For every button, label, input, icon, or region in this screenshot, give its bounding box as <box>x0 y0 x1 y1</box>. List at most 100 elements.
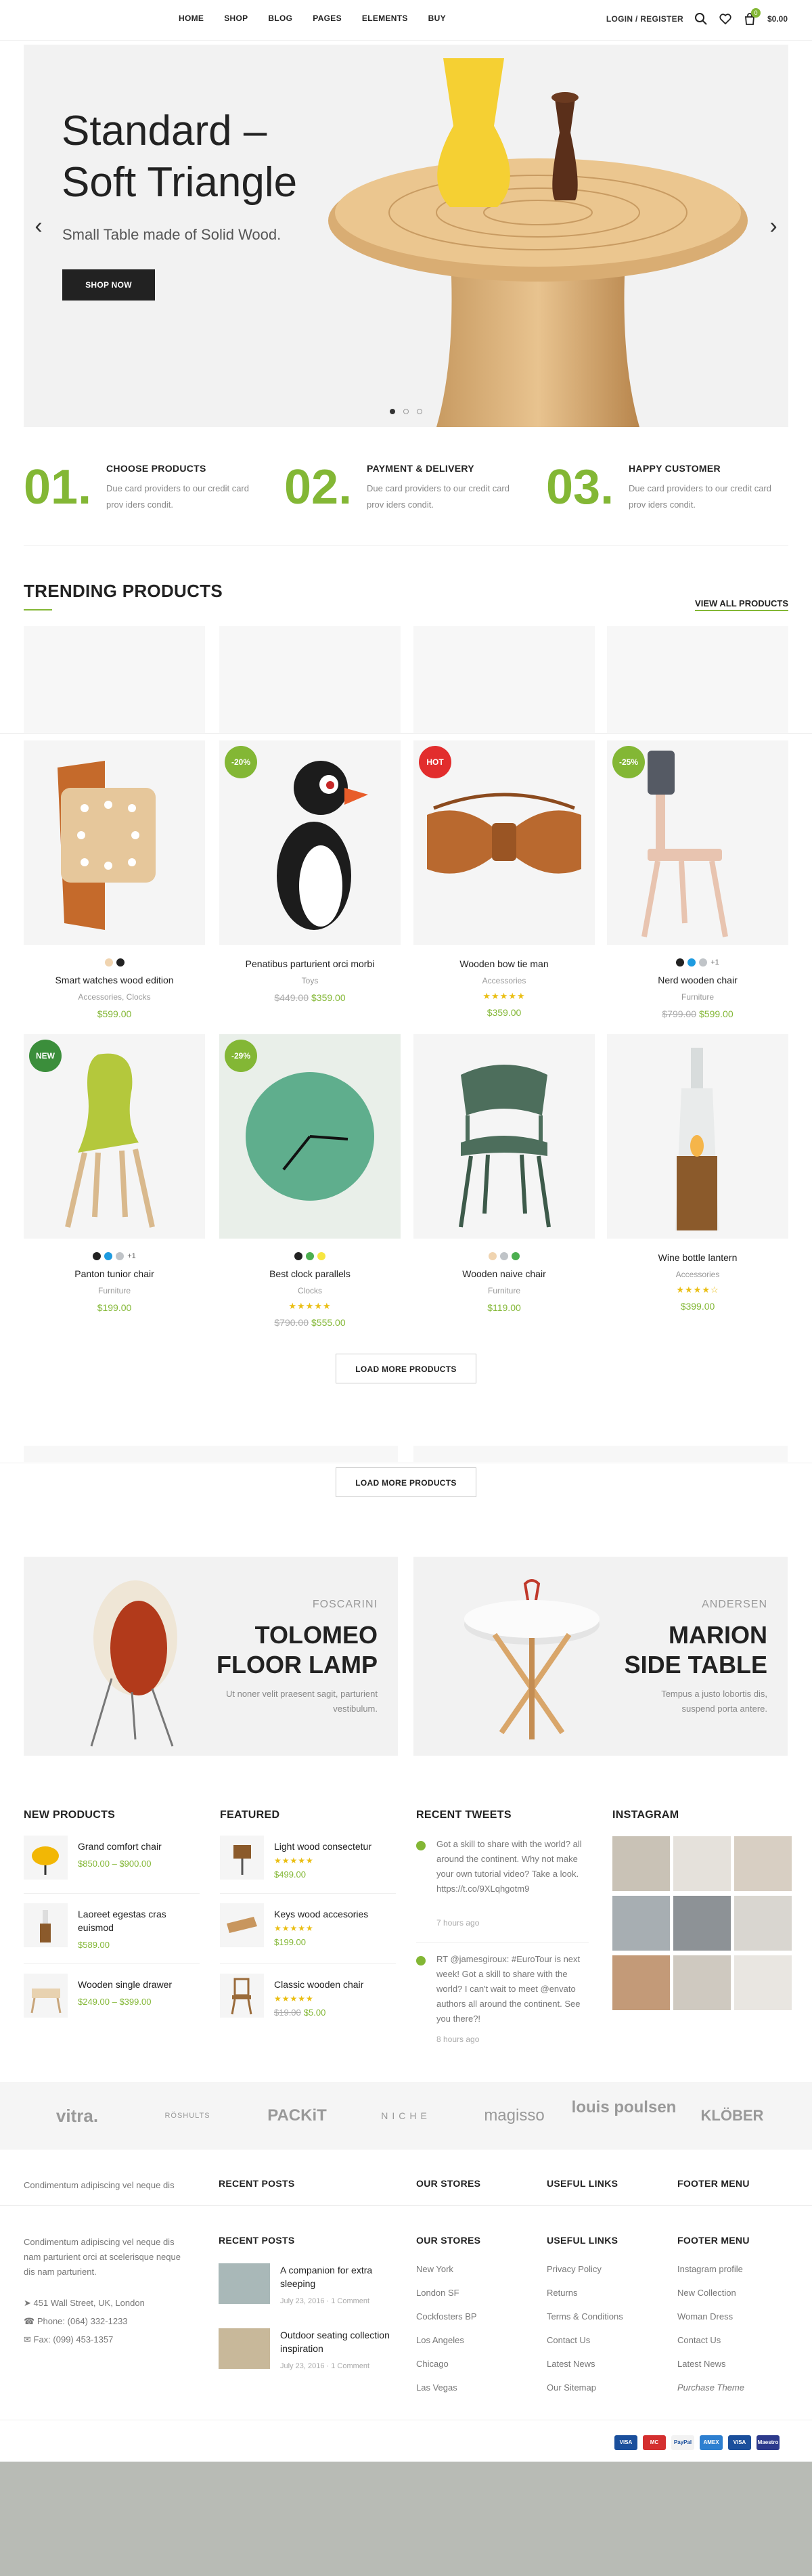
widget-product[interactable]: Classic wooden chair ★★★★★ $19.00 $5.00 <box>220 1974 396 2035</box>
footer-menu-link[interactable]: Contact Us <box>677 2335 721 2345</box>
nav-home[interactable]: HOME <box>179 14 204 23</box>
product-card[interactable]: NEW +1 Panton tunior chair Furniture $19… <box>24 1034 205 1325</box>
brand-logo[interactable]: NICHE <box>349 2102 463 2129</box>
color-swatch[interactable] <box>93 1252 102 1260</box>
promo-banner-table[interactable]: ANDERSEN MARION SIDE TABLE Tempus a just… <box>413 1557 788 1756</box>
product-image[interactable] <box>607 1034 788 1239</box>
color-swatch[interactable] <box>687 958 696 967</box>
color-swatch[interactable] <box>512 1252 520 1260</box>
product-image[interactable]: HOT <box>413 740 595 945</box>
nav-shop[interactable]: SHOP <box>224 14 248 23</box>
widget-product[interactable]: Grand comfort chair $850.00 – $900.00 <box>24 1836 200 1896</box>
useful-link[interactable]: Latest News <box>547 2359 595 2369</box>
brand-logo[interactable]: vitra. <box>20 2102 134 2129</box>
widget-product-name[interactable]: Keys wood accesories <box>274 1907 396 1921</box>
nav-elements[interactable]: ELEMENTS <box>362 14 408 23</box>
instagram-photo[interactable] <box>612 1896 670 1951</box>
store-link[interactable]: Cockfosters BP <box>416 2311 477 2322</box>
recent-post[interactable]: A companion for extra sleeping July 23, … <box>219 2263 394 2317</box>
more-swatches[interactable]: +1 <box>127 1252 136 1260</box>
brand-logo[interactable]: louis poulsen <box>567 2100 681 2127</box>
recent-post-title[interactable]: Outdoor seating collection inspiration <box>280 2328 395 2355</box>
product-image[interactable] <box>24 740 205 945</box>
shop-now-button[interactable]: SHOP NOW <box>62 269 155 301</box>
brand-logo[interactable]: magisso <box>457 2102 571 2129</box>
product-category[interactable]: Accessories, Clocks <box>24 992 205 1002</box>
product-card[interactable]: -20% Penatibus parturient orci morbi Toy… <box>219 740 401 1025</box>
color-swatch[interactable] <box>116 1252 125 1260</box>
footer-menu-link[interactable]: Woman Dress <box>677 2311 733 2322</box>
search-icon[interactable] <box>694 12 708 26</box>
store-link[interactable]: Los Angeles <box>416 2335 464 2345</box>
product-card[interactable]: -25% +1 Nerd wooden chair Furniture $799… <box>607 740 788 1025</box>
recent-post[interactable]: Outdoor seating collection inspiration J… <box>219 2328 394 2382</box>
product-name[interactable]: Penatibus parturient orci morbi <box>219 958 401 969</box>
login-register-link[interactable]: LOGIN / REGISTER <box>606 14 683 24</box>
product-card[interactable]: Smart watches wood edition Accessories, … <box>24 740 205 1025</box>
color-swatch[interactable] <box>489 1252 497 1260</box>
slider-next-arrow-icon[interactable]: › <box>765 213 782 240</box>
slider-prev-arrow-icon[interactable]: ‹ <box>30 213 47 240</box>
widget-product[interactable]: Laoreet egestas cras euismod $589.00 <box>24 1903 200 1964</box>
instagram-photo[interactable] <box>734 1955 792 2010</box>
load-more-products-button[interactable]: LOAD MORE PRODUCTS <box>336 1354 476 1383</box>
useful-link[interactable]: Terms & Conditions <box>547 2311 623 2322</box>
product-category[interactable]: Furniture <box>413 1286 595 1295</box>
product-name[interactable]: Best clock parallels <box>219 1268 401 1279</box>
widget-product-name[interactable]: Light wood consectetur <box>274 1840 396 1853</box>
color-swatch[interactable] <box>306 1252 314 1260</box>
load-more-products-button[interactable]: LOAD MORE PRODUCTS <box>336 1467 476 1497</box>
instagram-photo[interactable] <box>612 1836 670 1891</box>
footer-menu-link[interactable]: Purchase Theme <box>677 2382 744 2393</box>
recent-post-thumb[interactable] <box>219 2263 270 2304</box>
color-swatch[interactable] <box>294 1252 302 1260</box>
cart-total[interactable]: $0.00 <box>767 14 788 24</box>
instagram-photo[interactable] <box>673 1896 731 1951</box>
useful-link[interactable]: Privacy Policy <box>547 2264 602 2274</box>
slider-dot[interactable] <box>417 409 422 414</box>
footer-menu-link[interactable]: Latest News <box>677 2359 726 2369</box>
product-image[interactable] <box>413 1034 595 1239</box>
widget-product-name[interactable]: Wooden single drawer <box>78 1978 200 1991</box>
product-category[interactable]: Accessories <box>413 976 595 985</box>
tweet-text[interactable]: RT @jamesgiroux: #EuroTour is next week!… <box>436 1952 589 2026</box>
more-swatches[interactable]: +1 <box>710 958 719 967</box>
widget-product-thumb[interactable] <box>24 1903 68 1947</box>
color-swatch[interactable] <box>116 958 125 967</box>
store-link[interactable]: Chicago <box>416 2359 449 2369</box>
slider-dot[interactable] <box>403 409 409 414</box>
store-link[interactable]: Las Vegas <box>416 2382 457 2393</box>
product-category[interactable]: Furniture <box>24 1286 205 1295</box>
product-name[interactable]: Panton tunior chair <box>24 1268 205 1279</box>
product-image[interactable]: -25% <box>607 740 788 945</box>
nav-blog[interactable]: BLOG <box>268 14 292 23</box>
tweet-text[interactable]: Got a skill to share with the world? all… <box>436 1837 589 1896</box>
color-swatch[interactable] <box>676 958 685 967</box>
widget-product-thumb[interactable] <box>220 1836 264 1880</box>
widget-product-thumb[interactable] <box>220 1903 264 1947</box>
widget-product[interactable]: Light wood consectetur ★★★★★ $499.00 <box>220 1836 396 1896</box>
color-swatch[interactable] <box>699 958 708 967</box>
post-comments[interactable]: 1 Comment <box>331 2297 369 2305</box>
product-image[interactable]: NEW <box>24 1034 205 1239</box>
widget-product-thumb[interactable] <box>24 1974 68 2018</box>
useful-link[interactable]: Returns <box>547 2288 578 2298</box>
cart-icon[interactable]: 0 <box>743 8 761 26</box>
widget-product[interactable]: Wooden single drawer $249.00 – $399.00 <box>24 1974 200 2035</box>
color-swatch[interactable] <box>317 1252 325 1260</box>
product-name[interactable]: Smart watches wood edition <box>24 975 205 985</box>
product-card[interactable]: Wine bottle lantern Accessories ★★★★☆ $3… <box>607 1034 788 1325</box>
product-category[interactable]: Clocks <box>219 1286 401 1295</box>
product-card[interactable]: Wooden naive chair Furniture $119.00 <box>413 1034 595 1325</box>
product-card[interactable]: HOT Wooden bow tie man Accessories ★★★★★… <box>413 740 595 1025</box>
recent-post-title[interactable]: A companion for extra sleeping <box>280 2263 395 2290</box>
instagram-photo[interactable] <box>612 1955 670 2010</box>
widget-product-thumb[interactable] <box>24 1836 68 1880</box>
instagram-photo[interactable] <box>673 1836 731 1891</box>
widget-product-name[interactable]: Classic wooden chair <box>274 1978 396 1991</box>
product-image[interactable]: -29% <box>219 1034 401 1239</box>
widget-product-name[interactable]: Laoreet egestas cras euismod <box>78 1907 200 1934</box>
useful-link[interactable]: Our Sitemap <box>547 2382 596 2393</box>
color-swatch[interactable] <box>500 1252 508 1260</box>
footer-menu-link[interactable]: Instagram profile <box>677 2264 743 2274</box>
